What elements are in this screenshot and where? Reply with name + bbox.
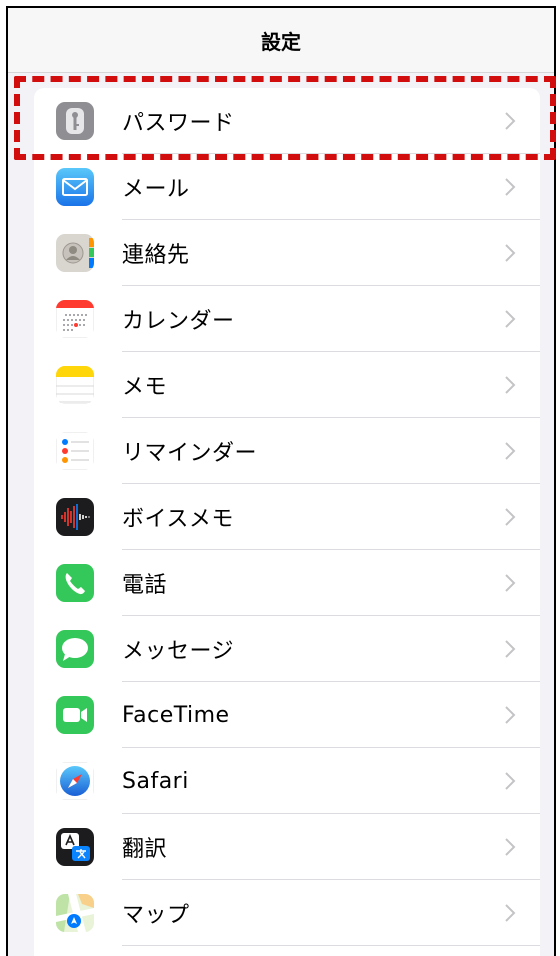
safari-icon <box>56 762 94 800</box>
settings-item-mail[interactable]: メール <box>34 154 540 220</box>
messages-icon <box>56 630 94 668</box>
settings-list: パスワード メール 連絡先 カレンダー メモ リマインダー ボイスメモ 電話 メ… <box>34 88 540 956</box>
settings-item-label: パスワード <box>122 111 235 136</box>
phone-icon <box>56 564 94 602</box>
settings-item-reminders[interactable]: リマインダー <box>34 418 540 484</box>
facetime-icon <box>56 696 94 734</box>
settings-item-label: Safari <box>122 768 189 794</box>
settings-item-safari[interactable]: Safari <box>34 748 540 814</box>
settings-item-calendar[interactable]: カレンダー <box>34 286 540 352</box>
chevron-right-icon <box>505 244 516 262</box>
chevron-right-icon <box>505 310 516 328</box>
chevron-right-icon <box>505 904 516 922</box>
settings-screen: 設定 パスワード メール 連絡先 カレンダー メモ リマインダー ボイスメモ 電… <box>6 6 556 956</box>
notes-icon <box>56 366 94 404</box>
voice-memos-icon <box>56 498 94 536</box>
settings-item-messages[interactable]: メッセージ <box>34 616 540 682</box>
contacts-icon <box>56 234 94 272</box>
chevron-right-icon <box>505 838 516 856</box>
chevron-right-icon <box>505 376 516 394</box>
settings-item-label: メッセージ <box>122 639 235 664</box>
settings-item-label: 翻訳 <box>122 837 168 862</box>
settings-item-label: メモ <box>122 375 168 400</box>
settings-item-label: ボイスメモ <box>122 507 234 532</box>
chevron-right-icon <box>505 508 516 526</box>
chevron-right-icon <box>505 772 516 790</box>
page-title: 設定 <box>261 29 301 54</box>
settings-item-label: 電話 <box>122 573 168 598</box>
settings-item-translate[interactable]: 翻訳 <box>34 814 540 880</box>
settings-item-label: 連絡先 <box>122 243 190 268</box>
settings-item-phone[interactable]: 電話 <box>34 550 540 616</box>
mail-icon <box>56 168 94 206</box>
settings-item-maps[interactable]: マップ <box>34 880 540 946</box>
chevron-right-icon <box>505 442 516 460</box>
chevron-right-icon <box>505 640 516 658</box>
settings-item-label: メール <box>122 177 190 202</box>
settings-item-label: FaceTime <box>122 702 230 728</box>
navigation-bar: 設定 <box>8 8 554 73</box>
settings-item-label: リマインダー <box>122 441 258 466</box>
settings-item-contacts[interactable]: 連絡先 <box>34 220 540 286</box>
calendar-icon <box>56 300 94 338</box>
chevron-right-icon <box>505 112 516 130</box>
translate-icon <box>56 828 94 866</box>
settings-item-notes[interactable]: メモ <box>34 352 540 418</box>
key-icon <box>56 102 94 140</box>
chevron-right-icon <box>505 574 516 592</box>
settings-item-label: カレンダー <box>122 309 235 334</box>
row-divider <box>122 945 540 946</box>
settings-item-passwords[interactable]: パスワード <box>34 88 540 154</box>
settings-item-facetime[interactable]: FaceTime <box>34 682 540 748</box>
reminders-icon <box>56 432 94 470</box>
chevron-right-icon <box>505 706 516 724</box>
settings-item-voice-memos[interactable]: ボイスメモ <box>34 484 540 550</box>
settings-item-label: マップ <box>122 903 190 928</box>
maps-icon <box>56 894 94 932</box>
chevron-right-icon <box>505 178 516 196</box>
